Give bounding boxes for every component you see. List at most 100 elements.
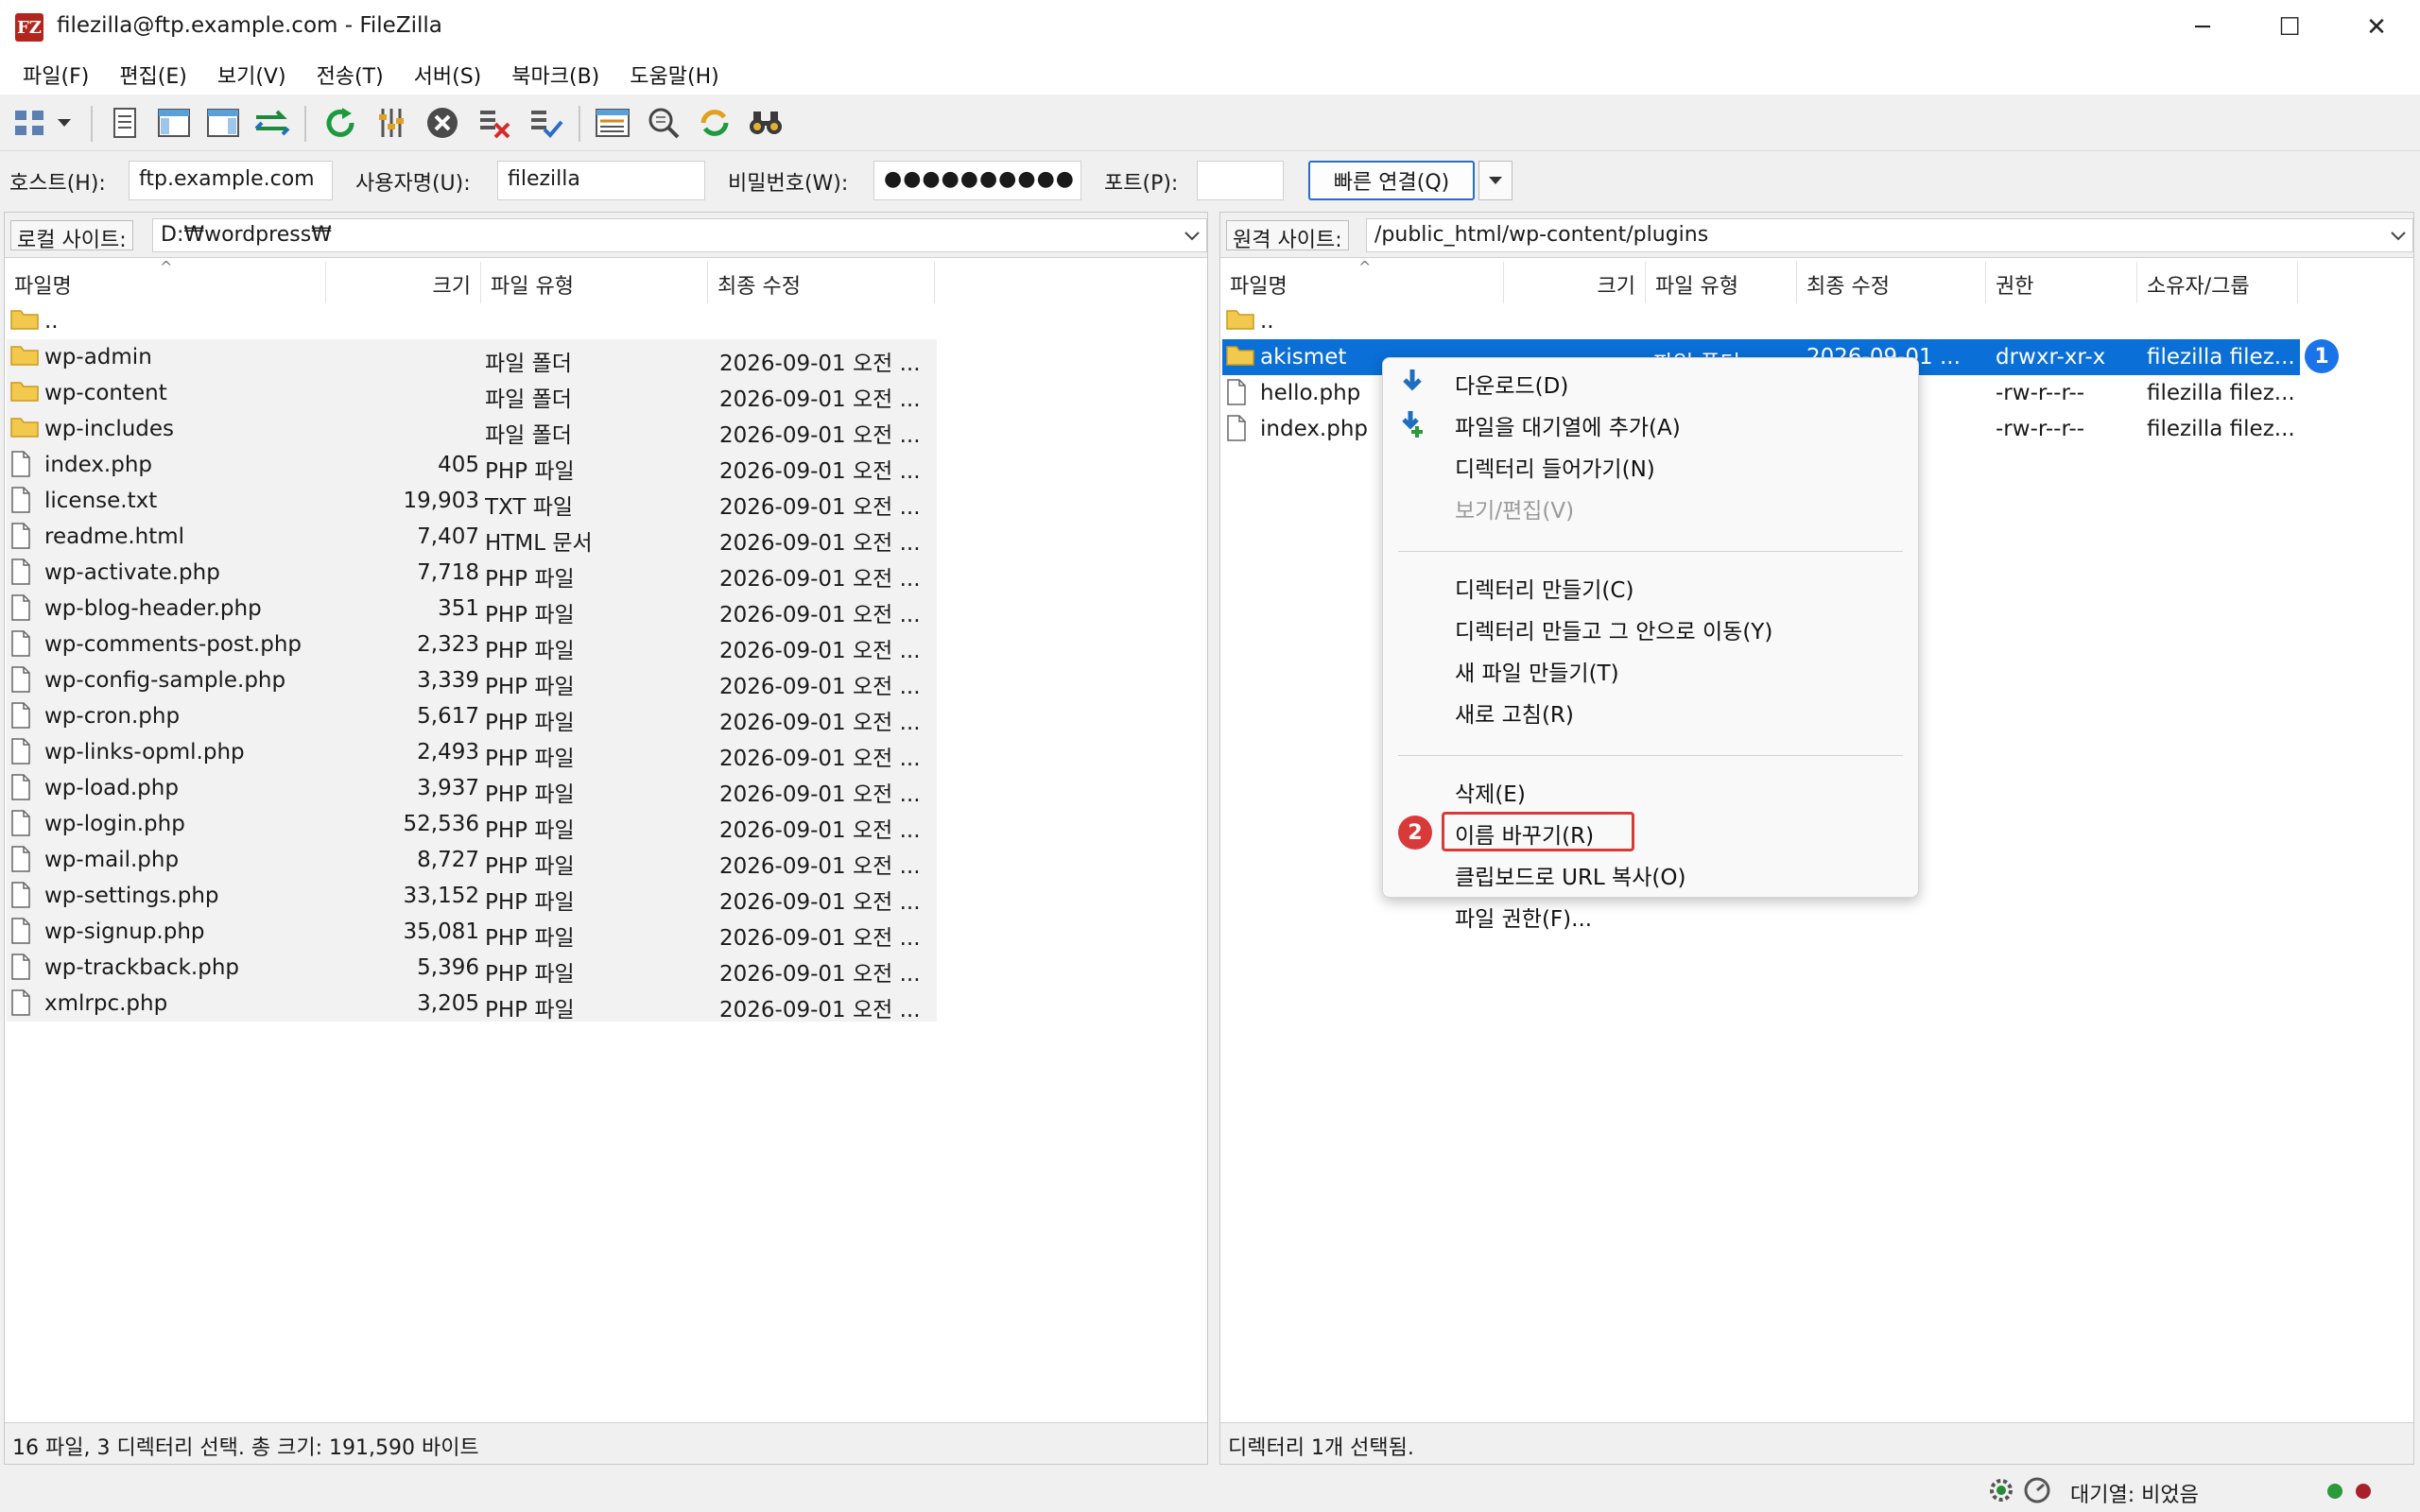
reconnect-icon[interactable] xyxy=(527,104,565,142)
context-menu-item[interactable]: 다운로드(D) xyxy=(1455,368,1568,400)
filter-icon[interactable] xyxy=(372,104,410,142)
message-log-icon[interactable] xyxy=(106,104,144,142)
file-modified: 2026-09-01 오전 ... xyxy=(719,459,921,484)
file-name: readme.html xyxy=(44,524,185,549)
menu-file[interactable]: 파일(F) xyxy=(8,60,104,90)
remote-site-bar: 원격 사이트: /public_html/wp-content/plugins xyxy=(1220,213,2413,258)
file-size: 405 xyxy=(438,453,479,477)
remote-path-input[interactable]: /public_html/wp-content/plugins xyxy=(1366,218,2413,252)
table-row[interactable]: .. xyxy=(1222,303,2300,339)
table-row[interactable]: .. xyxy=(7,303,328,339)
username-input[interactable]: filezilla xyxy=(497,161,705,200)
compare-icon[interactable] xyxy=(645,104,683,142)
file-icon xyxy=(10,774,31,806)
menu-help[interactable]: 도움말(H) xyxy=(614,60,734,90)
port-input[interactable] xyxy=(1197,161,1284,200)
remote-col-modified[interactable]: 최종 수정 xyxy=(1797,262,1986,303)
table-row[interactable]: readme.html 7,407 HTML 문서 2026-09-01 오전 ... xyxy=(7,519,937,556)
annotation-badge-1: 1 xyxy=(2305,339,2339,373)
file-type: PHP 파일 xyxy=(485,998,575,1022)
site-manager-icon[interactable] xyxy=(11,104,49,142)
menu-edit[interactable]: 편집(E) xyxy=(104,60,202,90)
disconnect-icon[interactable] xyxy=(476,104,514,142)
table-row[interactable]: wp-login.php 52,536 PHP 파일 2026-09-01 오전 ..… xyxy=(7,806,937,843)
context-menu-item[interactable]: 디렉터리 만들고 그 안으로 이동(Y) xyxy=(1455,613,1772,645)
sync-browse-icon[interactable] xyxy=(696,104,734,142)
table-row[interactable]: index.php 405 PHP 파일 2026-09-01 오전 ... xyxy=(7,447,937,484)
chevron-down-icon[interactable] xyxy=(1182,225,1202,246)
dropdown-arrow-icon[interactable] xyxy=(53,104,76,142)
table-row[interactable]: license.txt 19,903 TXT 파일 2026-09-01 오전 ... xyxy=(7,483,937,520)
maximize-button[interactable]: ☐ xyxy=(2246,0,2333,55)
table-row[interactable]: wp-mail.php 8,727 PHP 파일 2026-09-01 오전 ... xyxy=(7,842,937,879)
file-type: PHP 파일 xyxy=(485,782,575,807)
remote-col-permissions[interactable]: 권한 xyxy=(1986,262,2137,303)
folder-icon xyxy=(10,379,39,407)
local-tree-icon[interactable] xyxy=(155,104,193,142)
filezilla-window: FZ filezilla@ftp.example.com - FileZilla… xyxy=(0,0,2420,1512)
transfer-queue-icon[interactable] xyxy=(253,104,291,142)
context-menu-item[interactable]: 파일 권한(F)... xyxy=(1455,901,1592,933)
table-row[interactable]: wp-links-opml.php 2,493 PHP 파일 2026-09-01 오… xyxy=(7,734,937,771)
table-row[interactable]: wp-admin 파일 폴더 2026-09-01 오전 ... xyxy=(7,339,937,376)
table-row[interactable]: wp-blog-header.php 351 PHP 파일 2026-09-01 오전… xyxy=(7,591,937,627)
table-row[interactable]: wp-config-sample.php 3,339 PHP 파일 2026-09-0… xyxy=(7,662,937,699)
local-col-modified[interactable]: 최종 수정 xyxy=(708,262,935,303)
table-row[interactable]: xmlrpc.php 3,205 PHP 파일 2026-09-01 오전 ... xyxy=(7,986,937,1022)
directory-listing-icon[interactable] xyxy=(594,104,631,142)
menu-server[interactable]: 서버(S) xyxy=(399,60,497,90)
download-led-icon xyxy=(2356,1484,2371,1499)
search-binoculars-icon[interactable] xyxy=(747,104,785,142)
remote-col-name[interactable]: 파일명 xyxy=(1220,262,1504,303)
file-owner: filezilla filez... xyxy=(2147,345,2295,369)
file-modified: 2026-09-01 오전 ... xyxy=(719,352,921,376)
table-row[interactable]: wp-activate.php 7,718 PHP 파일 2026-09-01 오전 … xyxy=(7,555,937,592)
local-col-size[interactable]: 크기 xyxy=(326,262,481,303)
server-settings-icon[interactable] xyxy=(1987,1476,2015,1510)
file-type: PHP 파일 xyxy=(485,675,575,699)
file-size: 5,396 xyxy=(417,955,479,980)
table-row[interactable]: wp-content 파일 폴더 2026-09-01 오전 ... xyxy=(7,375,937,412)
table-row[interactable]: wp-cron.php 5,617 PHP 파일 2026-09-01 오전 ... xyxy=(7,698,937,735)
local-col-type[interactable]: 파일 유형 xyxy=(481,262,708,303)
context-menu-item[interactable]: 디렉터리 만들기(C) xyxy=(1455,572,1634,604)
file-modified: 2026-09-01 오전 ... xyxy=(719,747,921,771)
context-menu-item[interactable]: 새로 고침(R) xyxy=(1455,696,1574,729)
file-name: index.php xyxy=(44,453,153,477)
context-menu-item[interactable]: 새 파일 만들기(T) xyxy=(1455,655,1619,687)
menu-transfer[interactable]: 전송(T) xyxy=(302,60,399,90)
remote-tree-icon[interactable] xyxy=(204,104,242,142)
refresh-icon[interactable] xyxy=(321,104,359,142)
file-type: 파일 폴더 xyxy=(485,352,572,376)
remote-col-owner[interactable]: 소유자/그룹 xyxy=(2137,262,2298,303)
host-input[interactable]: ftp.example.com xyxy=(129,161,333,200)
file-icon xyxy=(10,630,31,662)
table-row[interactable]: wp-trackback.php 5,396 PHP 파일 2026-09-01 오전… xyxy=(7,950,937,987)
table-row[interactable]: wp-comments-post.php 2,323 PHP 파일 2026-09-0… xyxy=(7,627,937,663)
local-col-name[interactable]: 파일명 xyxy=(5,262,326,303)
cancel-icon[interactable] xyxy=(424,104,461,142)
minimize-button[interactable]: ─ xyxy=(2159,0,2246,55)
context-menu-item[interactable]: 파일을 대기열에 추가(A) xyxy=(1455,409,1681,441)
local-path-input[interactable]: D:₩wordpress₩ xyxy=(152,218,1207,252)
quickconnect-button[interactable]: 빠른 연결(Q) xyxy=(1308,161,1475,200)
speed-limit-icon[interactable] xyxy=(2023,1476,2051,1510)
menu-view[interactable]: 보기(V) xyxy=(202,60,302,90)
remote-col-type[interactable]: 파일 유형 xyxy=(1646,262,1797,303)
table-row[interactable]: wp-signup.php 35,081 PHP 파일 2026-09-01 오전 .… xyxy=(7,914,937,951)
menu-bookmarks[interactable]: 북마크(B) xyxy=(496,60,614,90)
table-row[interactable]: wp-settings.php 33,152 PHP 파일 2026-09-01 오전… xyxy=(7,878,937,915)
context-menu-item[interactable]: 삭제(E) xyxy=(1455,776,1526,808)
quickconnect-history-dropdown[interactable] xyxy=(1478,161,1512,200)
context-menu-item[interactable]: 클립보드로 URL 복사(O) xyxy=(1455,859,1685,891)
file-size: 19,903 xyxy=(403,489,479,513)
username-label: 사용자명(U): xyxy=(355,172,471,196)
file-permissions: -rw-r--r-- xyxy=(1996,417,2085,441)
chevron-down-icon[interactable] xyxy=(2388,225,2409,246)
remote-col-size[interactable]: 크기 xyxy=(1504,262,1646,303)
context-menu-item[interactable]: 디렉터리 들어가기(N) xyxy=(1455,451,1655,483)
table-row[interactable]: wp-includes 파일 폴더 2026-09-01 오전 ... xyxy=(7,411,937,448)
password-input[interactable]: ●●●●●●●●●● xyxy=(873,161,1081,200)
close-button[interactable]: ✕ xyxy=(2333,0,2420,55)
table-row[interactable]: wp-load.php 3,937 PHP 파일 2026-09-01 오전 ... xyxy=(7,770,937,807)
